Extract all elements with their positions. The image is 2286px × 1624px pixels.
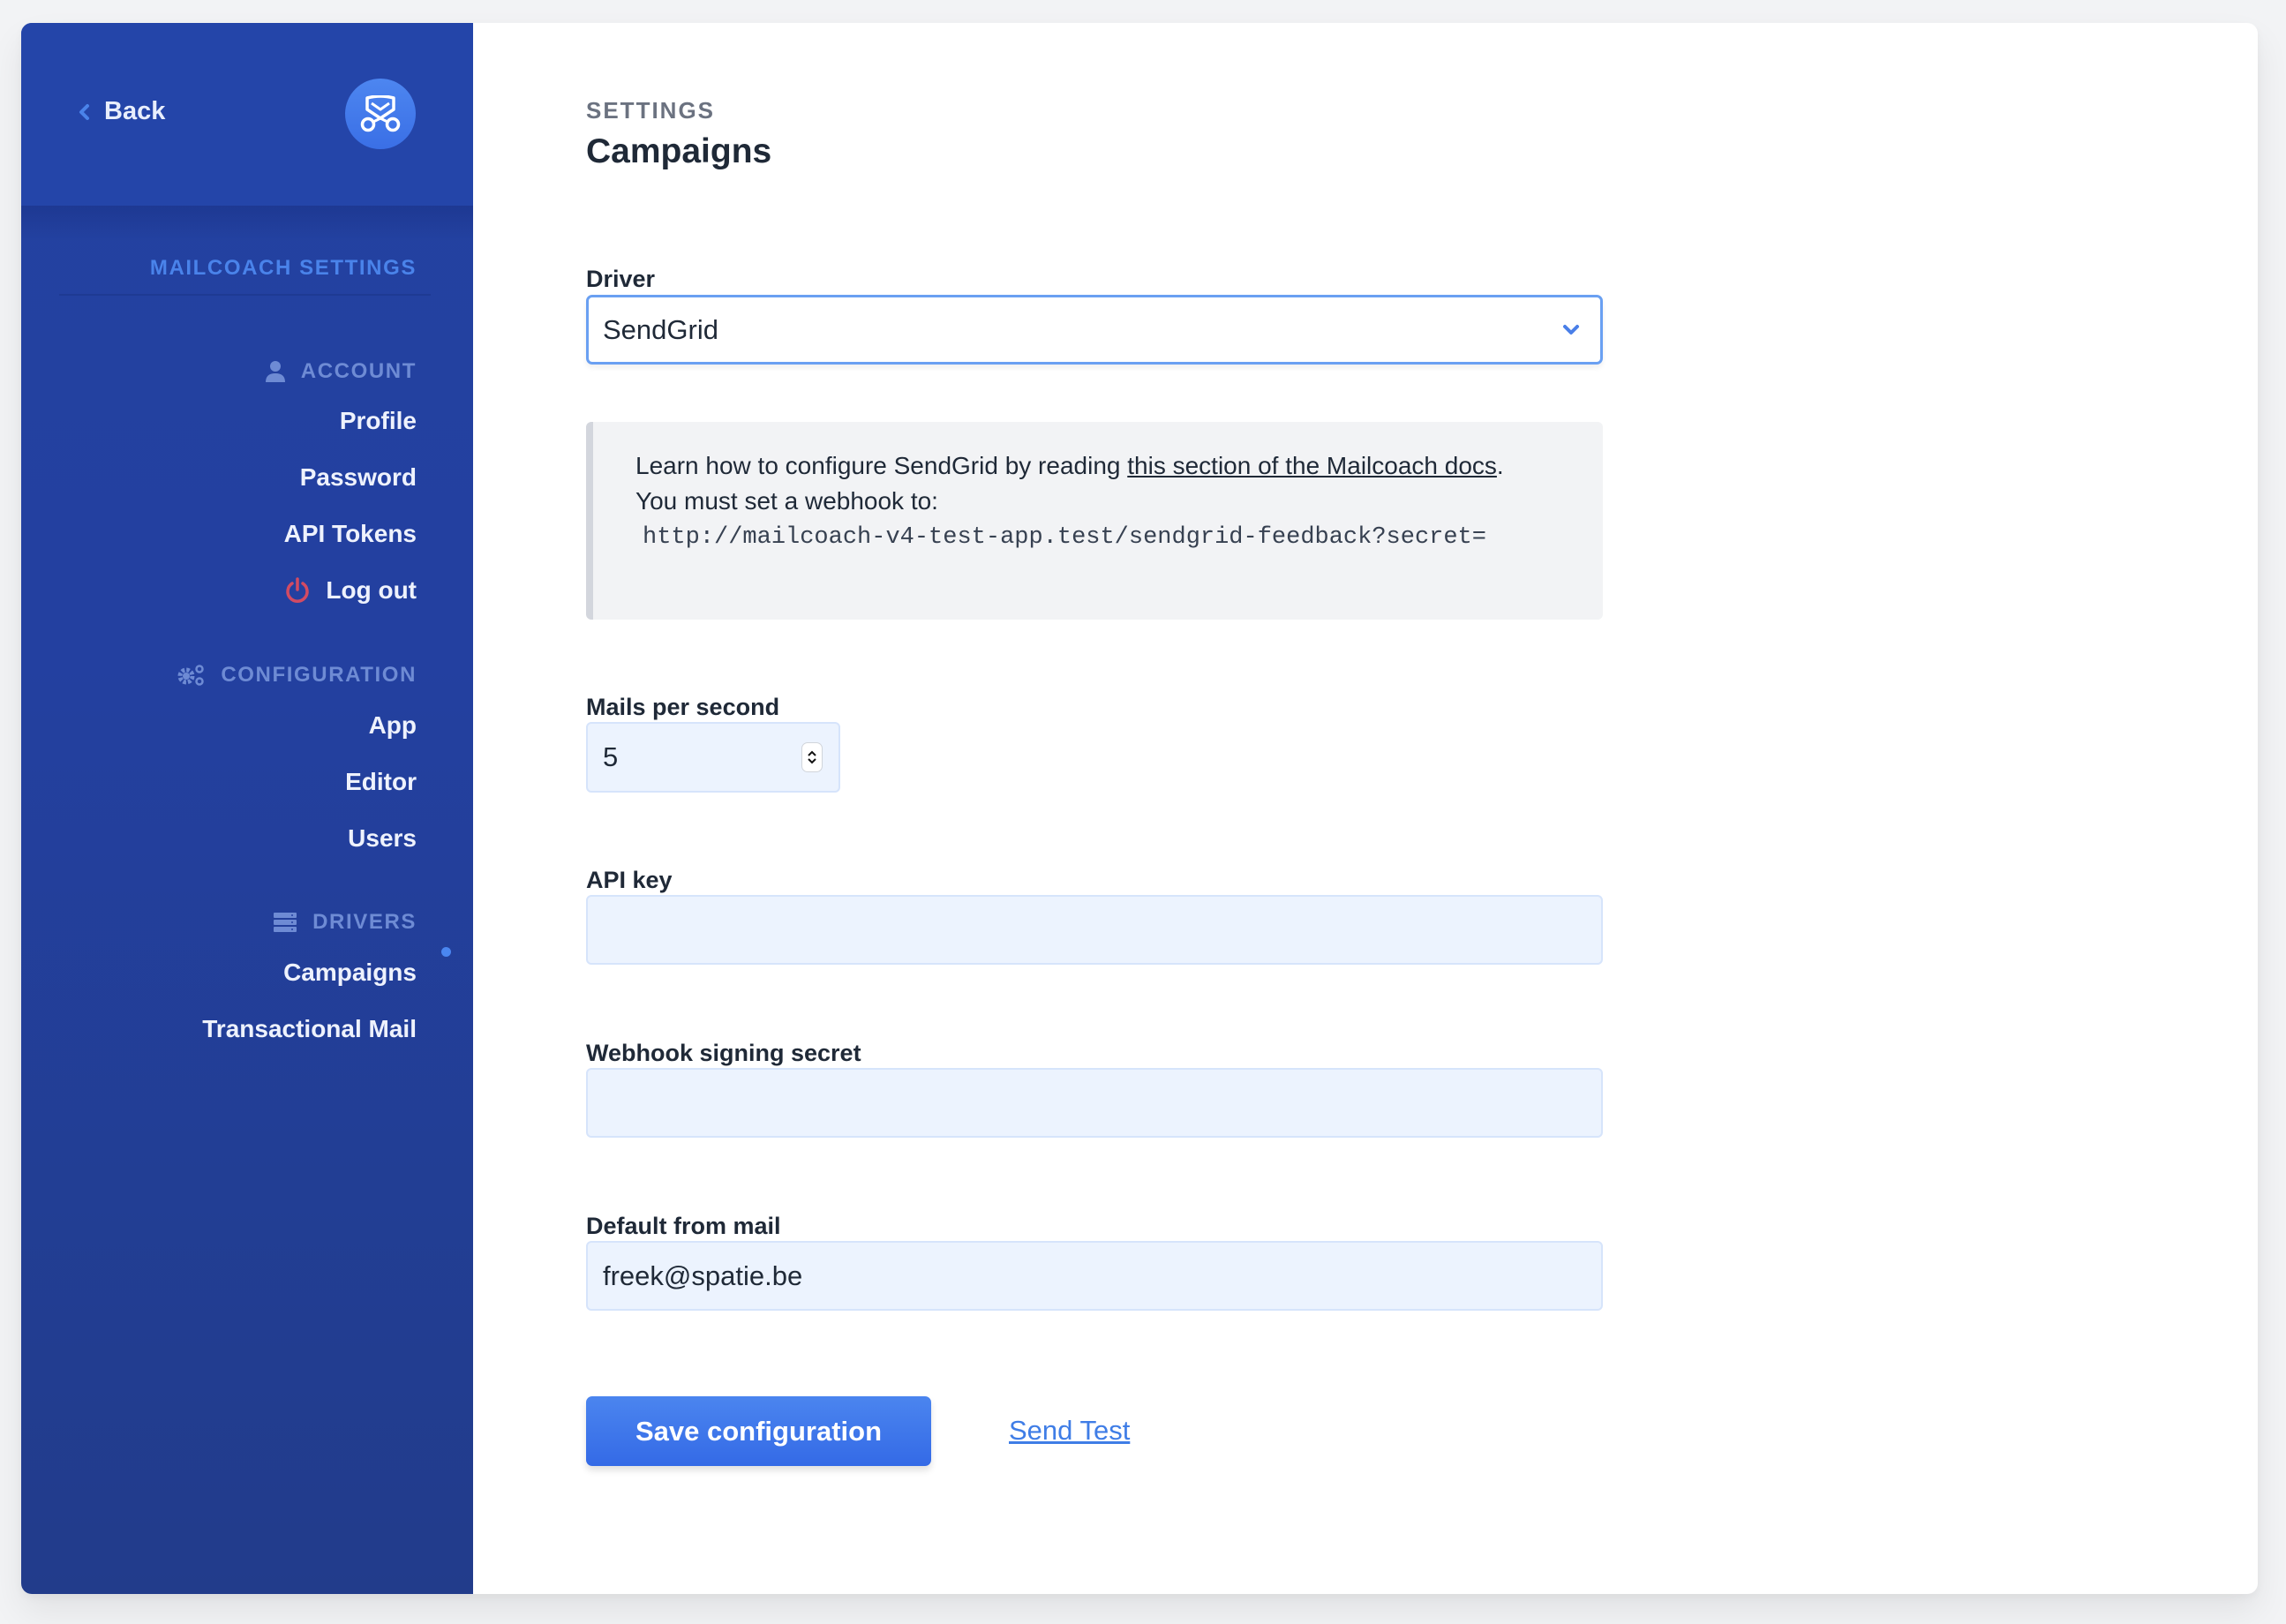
info-text: Learn how to configure SendGrid by readi…	[635, 452, 1128, 479]
default-from-mail-input[interactable]	[586, 1241, 1603, 1311]
nav-section-account: ACCOUNT	[265, 359, 417, 384]
api-key-input[interactable]	[586, 895, 1603, 965]
back-label: Back	[104, 97, 166, 125]
mailcoach-logo-icon	[360, 95, 401, 132]
mails-per-second-label: Mails per second	[586, 694, 780, 720]
webhook-secret-label: Webhook signing secret	[586, 1040, 861, 1066]
api-key-label: API key	[586, 867, 673, 893]
active-indicator-dot	[441, 947, 451, 957]
nav-item-transactional-mail[interactable]: Transactional Mail	[202, 1015, 417, 1043]
save-configuration-button[interactable]: Save configuration	[586, 1396, 931, 1466]
page-eyebrow: SETTINGS	[586, 97, 716, 124]
webhook-secret-input[interactable]	[586, 1068, 1603, 1138]
page-title: Campaigns	[586, 132, 772, 170]
cogs-icon	[177, 665, 205, 686]
chevron-down-icon	[808, 758, 816, 764]
mailcoach-logo[interactable]	[345, 79, 416, 149]
settings-card: Back MAILCOACH SETTINGS ACCOUNT Profile …	[21, 23, 2258, 1594]
docs-link[interactable]: this section of the Mailcoach docs	[1127, 452, 1497, 479]
nav-item-password[interactable]: Password	[300, 463, 417, 492]
driver-info-box: Learn how to configure SendGrid by readi…	[586, 422, 1603, 620]
nav-section-configuration: CONFIGURATION	[177, 663, 417, 688]
driver-select-value: SendGrid	[603, 313, 718, 345]
webhook-url: http://mailcoach-v4-test-app.test/sendgr…	[643, 524, 1486, 551]
server-icon	[274, 913, 297, 932]
nav-item-app[interactable]: App	[369, 711, 417, 740]
main-content: SETTINGS Campaigns Driver SendGrid Learn…	[586, 23, 2258, 1594]
webhook-text: You must set a webhook to:	[635, 487, 938, 515]
driver-label: Driver	[586, 266, 656, 292]
sidebar-header: Back	[21, 23, 473, 206]
power-icon	[286, 577, 310, 603]
send-test-link[interactable]: Send Test	[1009, 1415, 1130, 1447]
nav-divider	[59, 294, 431, 296]
mails-per-second-field	[586, 722, 840, 793]
nav-item-editor[interactable]: Editor	[345, 768, 417, 796]
nav-item-users[interactable]: Users	[348, 824, 417, 853]
chevron-up-icon	[808, 750, 816, 756]
sidebar: Back MAILCOACH SETTINGS ACCOUNT Profile …	[21, 23, 473, 1594]
nav-item-log-out[interactable]: Log out	[285, 576, 417, 605]
nav-title: MAILCOACH SETTINGS	[149, 256, 417, 280]
number-stepper[interactable]	[801, 742, 823, 772]
user-icon	[265, 361, 285, 382]
nav-item-campaigns[interactable]: Campaigns	[283, 959, 417, 987]
nav-item-profile[interactable]: Profile	[340, 407, 417, 435]
default-from-mail-label: Default from mail	[586, 1213, 781, 1239]
driver-select[interactable]: SendGrid	[586, 295, 1603, 365]
nav-item-api-tokens[interactable]: API Tokens	[284, 520, 417, 548]
back-link[interactable]: Back	[76, 97, 165, 126]
chevron-down-icon	[1563, 325, 1579, 335]
chevron-left-icon	[79, 103, 89, 120]
nav-section-drivers: DRIVERS	[274, 910, 417, 935]
